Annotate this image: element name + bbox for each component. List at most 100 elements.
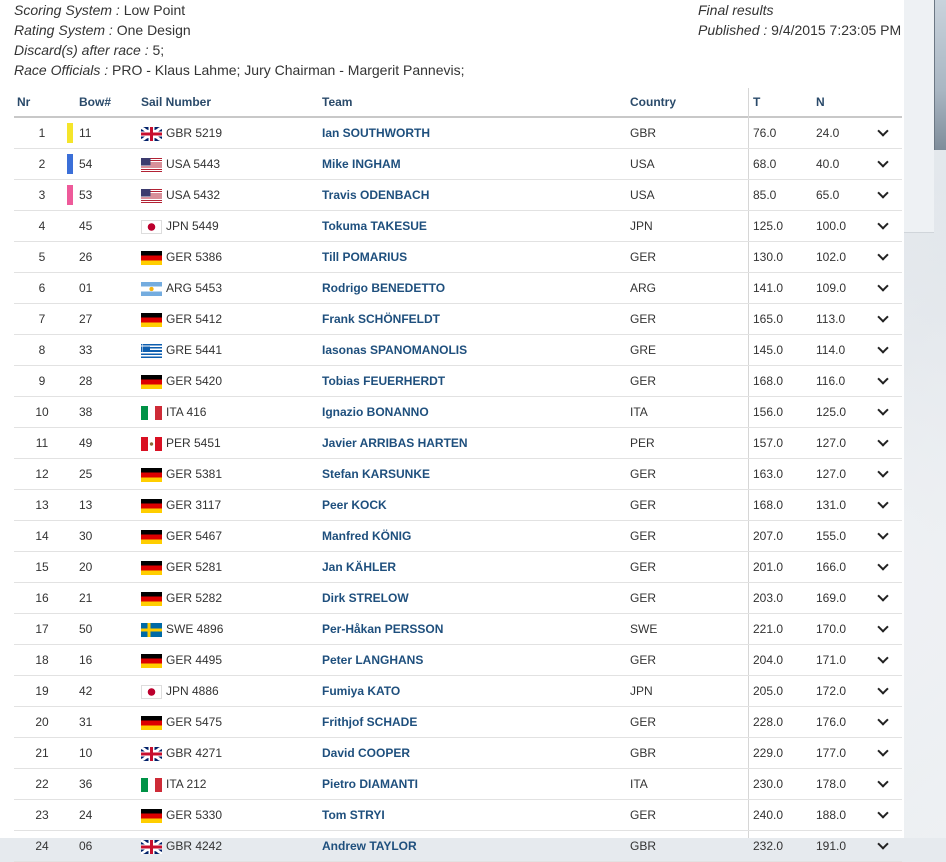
chevron-down-icon[interactable] — [877, 466, 889, 479]
team-name[interactable]: Per-Håkan PERSSON — [322, 614, 443, 644]
table-row[interactable]: 8 33 GRE 5441 Iasonas SPANOMANOLIS GRE 145.0 1… — [14, 335, 902, 366]
team-name[interactable]: Javier ARRIBAS HARTEN — [322, 428, 468, 458]
country-code: GER — [630, 591, 657, 605]
header-n[interactable]: N — [816, 95, 825, 109]
table-row[interactable]: 16 21 GER 5282 Dirk STRELOW GER 203.0 169.0 — [14, 583, 902, 614]
team-name[interactable]: Till POMARIUS — [322, 242, 407, 272]
table-row[interactable]: 11 49 PER 5451 Javier ARRIBAS HARTEN PER 157.… — [14, 428, 902, 459]
chevron-down-icon[interactable] — [877, 807, 889, 820]
team-name[interactable]: Manfred KÖNIG — [322, 521, 411, 551]
team-name[interactable]: Ian SOUTHWORTH — [322, 118, 430, 148]
table-row[interactable]: 14 30 GER 5467 Manfred KÖNIG GER 207.0 155.0 — [14, 521, 902, 552]
country-code: ARG — [630, 281, 657, 295]
team-name[interactable]: Jan KÄHLER — [322, 552, 396, 582]
side-photo-thumbnail[interactable] — [934, 0, 946, 150]
chevron-down-icon[interactable] — [877, 373, 889, 386]
country-code: PER — [630, 436, 655, 450]
rank: 10 — [35, 405, 49, 419]
team-name[interactable]: Frank SCHÖNFELDT — [322, 304, 440, 334]
header-t[interactable]: T — [753, 95, 760, 109]
chevron-down-icon[interactable] — [877, 404, 889, 417]
team-name[interactable]: Tokuma TAKESUE — [322, 211, 427, 241]
chevron-down-icon[interactable] — [877, 590, 889, 603]
chevron-down-icon[interactable] — [877, 156, 889, 169]
table-row[interactable]: 18 16 GER 4495 Peter LANGHANS GER 204.0 171.0 — [14, 645, 902, 676]
team-name[interactable]: Ignazio BONANNO — [322, 397, 429, 427]
team-name[interactable]: Andrew TAYLOR — [322, 831, 417, 861]
chevron-down-icon[interactable] — [877, 311, 889, 324]
chevron-down-icon[interactable] — [877, 621, 889, 634]
table-row[interactable]: 4 45 JPN 5449 Tokuma TAKESUE JPN 125.0 100.0 — [14, 211, 902, 242]
sail-number: GBR 5219 — [166, 126, 223, 140]
chevron-down-icon[interactable] — [877, 249, 889, 262]
table-row[interactable]: 21 10 GBR 4271 David COOPER GBR 229.0 177.0 — [14, 738, 902, 769]
total-points: 145.0 — [753, 343, 784, 357]
chevron-down-icon[interactable] — [877, 745, 889, 758]
table-row[interactable]: 20 31 GER 5475 Frithjof SCHADE GER 228.0 176.0 — [14, 707, 902, 738]
team-name[interactable]: Tobias FEUERHERDT — [322, 366, 445, 396]
medal-marker — [67, 154, 73, 174]
table-row[interactable]: 5 26 GER 5386 Till POMARIUS GER 130.0 102.0 — [14, 242, 902, 273]
sail-number: GER 4495 — [166, 653, 223, 667]
bow-number: 30 — [79, 529, 93, 543]
bow-number: 33 — [79, 343, 93, 357]
header-nr[interactable]: Nr — [17, 95, 30, 109]
chevron-down-icon[interactable] — [877, 776, 889, 789]
team-name[interactable]: Stefan KARSUNKE — [322, 459, 430, 489]
chevron-down-icon[interactable] — [877, 559, 889, 572]
total-points: 203.0 — [753, 591, 784, 605]
table-row[interactable]: 1 11 GBR 5219 Ian SOUTHWORTH GBR 76.0 24.0 — [14, 118, 902, 149]
table-row[interactable]: 23 24 GER 5330 Tom STRYI GER 240.0 188.0 — [14, 800, 902, 831]
chevron-down-icon[interactable] — [877, 342, 889, 355]
table-row[interactable]: 10 38 ITA 416 Ignazio BONANNO ITA 156.0 125.0 — [14, 397, 902, 428]
chevron-down-icon[interactable] — [877, 497, 889, 510]
table-row[interactable]: 13 13 GER 3117 Peer KOCK GER 168.0 131.0 — [14, 490, 902, 521]
table-row[interactable]: 24 06 GBR 4242 Andrew TAYLOR GBR 232.0 191.0 — [14, 831, 902, 862]
table-row[interactable]: 15 20 GER 5281 Jan KÄHLER GER 201.0 166.0 — [14, 552, 902, 583]
net-points: 169.0 — [816, 591, 847, 605]
team-name[interactable]: David COOPER — [322, 738, 410, 768]
header-bow[interactable]: Bow# — [79, 95, 111, 109]
net-points: 176.0 — [816, 715, 847, 729]
chevron-down-icon[interactable] — [877, 528, 889, 541]
chevron-down-icon[interactable] — [877, 683, 889, 696]
team-name[interactable]: Rodrigo BENEDETTO — [322, 273, 445, 303]
team-name[interactable]: Travis ODENBACH — [322, 180, 429, 210]
team-name[interactable]: Pietro DIAMANTI — [322, 769, 418, 799]
table-row[interactable]: 3 53 USA 5432 Travis ODENBACH USA 85.0 65.0 — [14, 180, 902, 211]
bow-number: 42 — [79, 684, 93, 698]
bow-number: 31 — [79, 715, 93, 729]
chevron-down-icon[interactable] — [877, 280, 889, 293]
chevron-down-icon[interactable] — [877, 435, 889, 448]
table-row[interactable]: 22 36 ITA 212 Pietro DIAMANTI ITA 230.0 178.0 — [14, 769, 902, 800]
chevron-down-icon[interactable] — [877, 125, 889, 138]
table-row[interactable]: 9 28 GER 5420 Tobias FEUERHERDT GER 168.0 116.… — [14, 366, 902, 397]
header-country[interactable]: Country — [630, 95, 676, 109]
team-name[interactable]: Peer KOCK — [322, 490, 387, 520]
header-team[interactable]: Team — [322, 95, 352, 109]
chevron-down-icon[interactable] — [877, 652, 889, 665]
chevron-down-icon[interactable] — [877, 838, 889, 851]
bow-number: 26 — [79, 250, 93, 264]
team-name[interactable]: Frithjof SCHADE — [322, 707, 417, 737]
team-name[interactable]: Dirk STRELOW — [322, 583, 409, 613]
team-name[interactable]: Tom STRYI — [322, 800, 385, 830]
usa-flag-icon — [141, 189, 162, 203]
chevron-down-icon[interactable] — [877, 714, 889, 727]
rating-system: Rating System : One Design — [14, 22, 191, 38]
table-row[interactable]: 19 42 JPN 4886 Fumiya KATO JPN 205.0 172.0 — [14, 676, 902, 707]
header-sail-number[interactable]: Sail Number — [141, 95, 211, 109]
rank: 12 — [35, 467, 49, 481]
table-row[interactable]: 12 25 GER 5381 Stefan KARSUNKE GER 163.0 127.0 — [14, 459, 902, 490]
chevron-down-icon[interactable] — [877, 187, 889, 200]
team-name[interactable]: Peter LANGHANS — [322, 645, 423, 675]
team-name[interactable]: Mike INGHAM — [322, 149, 401, 179]
team-name[interactable]: Iasonas SPANOMANOLIS — [322, 335, 467, 365]
ger-flag-icon — [141, 375, 162, 389]
table-row[interactable]: 7 27 GER 5412 Frank SCHÖNFELDT GER 165.0 113.0 — [14, 304, 902, 335]
chevron-down-icon[interactable] — [877, 218, 889, 231]
table-row[interactable]: 6 01 ARG 5453 Rodrigo BENEDETTO ARG 141.0 109.… — [14, 273, 902, 304]
team-name[interactable]: Fumiya KATO — [322, 676, 400, 706]
table-row[interactable]: 2 54 USA 5443 Mike INGHAM USA 68.0 40.0 — [14, 149, 902, 180]
table-row[interactable]: 17 50 SWE 4896 Per-Håkan PERSSON SWE 221.0 170… — [14, 614, 902, 645]
